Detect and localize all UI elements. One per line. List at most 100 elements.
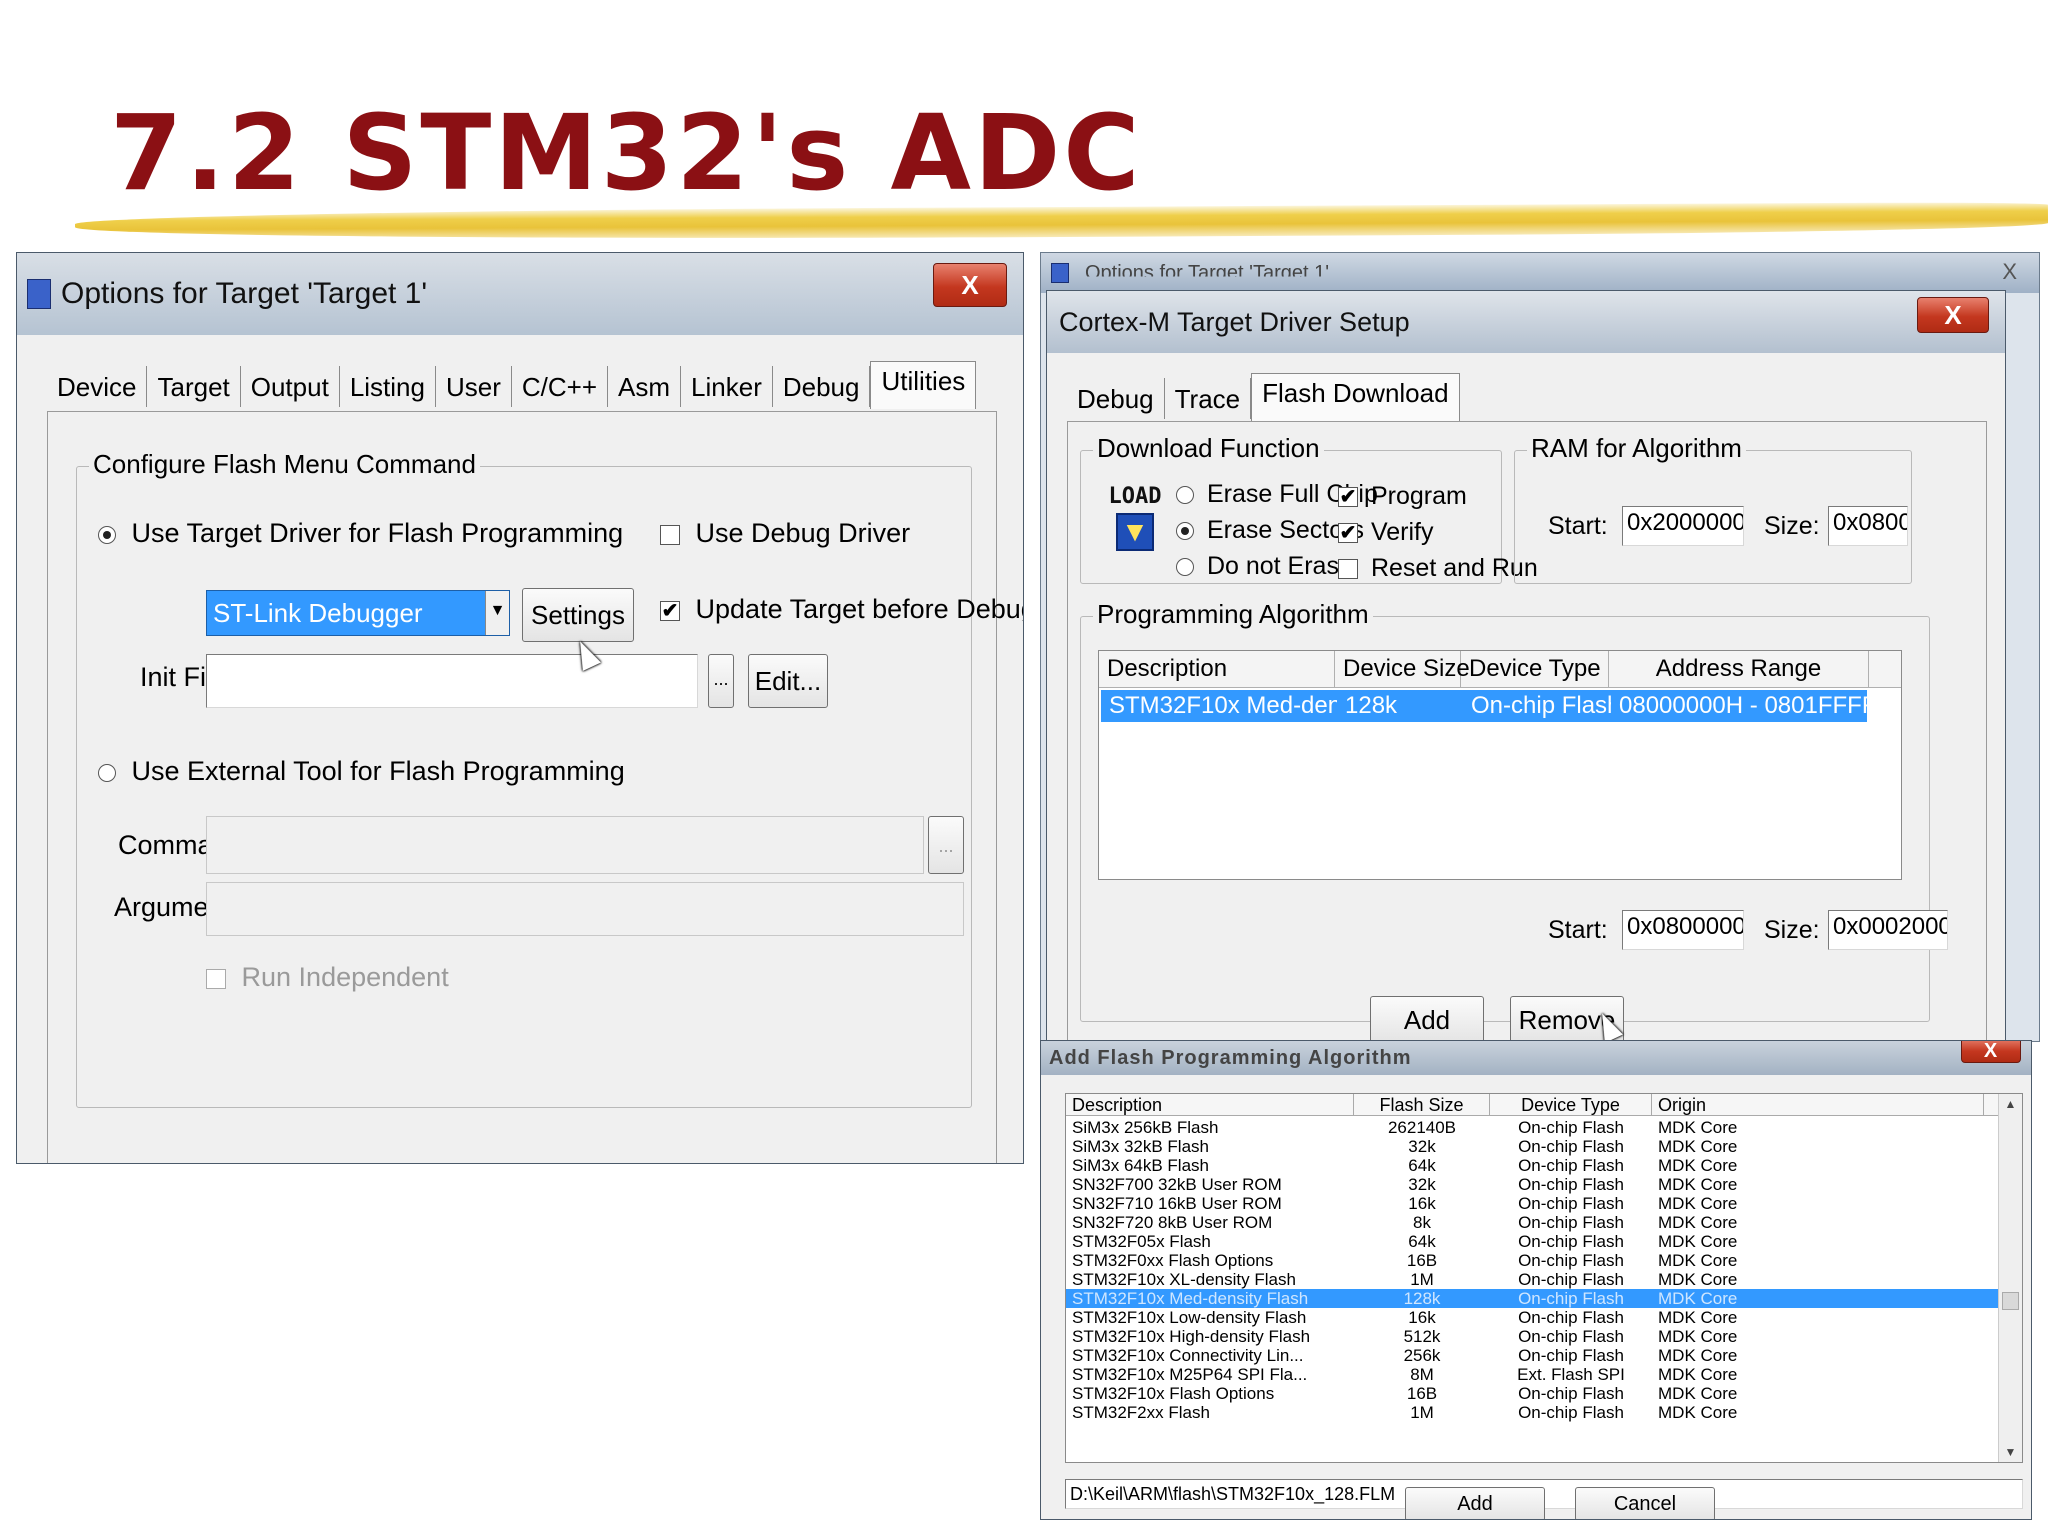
- row-device-type: On-chip Flash: [1471, 692, 1611, 719]
- tab-linker[interactable]: Linker: [681, 366, 773, 407]
- init-file-browse-button[interactable]: ...: [708, 654, 734, 708]
- column-description[interactable]: Description: [1099, 651, 1335, 687]
- start-input[interactable]: 0x08000000: [1622, 910, 1744, 950]
- column-address-range[interactable]: Address Range: [1609, 651, 1869, 687]
- use-debug-driver-checkbox[interactable]: [660, 524, 680, 545]
- list-item[interactable]: STM32F10x Connectivity Lin... 256k On-chip…: [1066, 1346, 2022, 1365]
- close-button[interactable]: X: [1917, 297, 1989, 333]
- do-not-erase-option[interactable]: Do not Erase: [1176, 552, 1353, 581]
- arguments-input[interactable]: [206, 882, 964, 936]
- tab-trace[interactable]: Trace: [1164, 378, 1252, 419]
- run-independent-option[interactable]: Run Independent: [206, 962, 449, 993]
- list-item[interactable]: STM32F10x Flash Options 16B On-chip Flash M…: [1066, 1384, 2022, 1403]
- scroll-down-arrow-icon[interactable]: ▼: [1999, 1442, 2022, 1462]
- reset-and-run-option[interactable]: Reset and Run: [1338, 554, 1538, 583]
- list-item[interactable]: STM32F05x Flash 64k On-chip Flash MDK Core: [1066, 1232, 2022, 1251]
- tab-listing[interactable]: Listing: [339, 366, 436, 407]
- use-external-tool-radio[interactable]: [98, 763, 116, 782]
- column-device-type[interactable]: Device Type: [1490, 1094, 1652, 1115]
- close-button[interactable]: X: [1961, 1041, 2021, 1063]
- list-item[interactable]: STM32F10x High-density Flash 512k On-chip …: [1066, 1327, 2022, 1346]
- column-description[interactable]: Description: [1066, 1094, 1354, 1115]
- update-target-checkbox[interactable]: ✔: [660, 600, 680, 621]
- cancel-button[interactable]: Cancel: [1575, 1487, 1715, 1519]
- list-item[interactable]: STM32F10x M25P64 SPI Fla... 8M Ext. Flash …: [1066, 1365, 2022, 1384]
- list-item[interactable]: SN32F710 16kB User ROM 16k On-chip Flash MD…: [1066, 1194, 2022, 1213]
- list-item[interactable]: STM32F10x Med-density Flash 128k On-chip F…: [1066, 1289, 2022, 1308]
- row-flash-size: 32k: [1408, 1137, 1436, 1156]
- use-target-driver-radio[interactable]: [98, 525, 116, 544]
- size-input[interactable]: 0x00020000: [1828, 910, 1948, 950]
- column-flash-size[interactable]: Flash Size: [1354, 1094, 1490, 1115]
- column-origin[interactable]: Origin: [1652, 1094, 1984, 1115]
- background-titlebar[interactable]: Options for Target 'Target 1' X: [1041, 253, 2039, 293]
- command-input[interactable]: [206, 816, 924, 874]
- options-titlebar[interactable]: Options for Target 'Target 1' X: [17, 253, 1023, 335]
- flash-driver-select[interactable]: ST-Link Debugger ▼: [206, 590, 510, 636]
- run-independent-checkbox[interactable]: [206, 968, 226, 989]
- flash-algorithm-scrollbar[interactable]: ▲ ▼: [1998, 1094, 2022, 1462]
- do-not-erase-radio[interactable]: [1176, 558, 1194, 577]
- row-device-type: On-chip Flash: [1518, 1270, 1624, 1289]
- tab-utilities[interactable]: Utilities: [870, 361, 977, 409]
- program-checkbox[interactable]: ✔: [1338, 487, 1358, 508]
- list-item[interactable]: STM32F0xx Flash Options 16B On-chip Flash M…: [1066, 1251, 2022, 1270]
- use-external-tool-option[interactable]: Use External Tool for Flash Programming: [98, 756, 625, 787]
- row-flash-size: 1M: [1410, 1270, 1434, 1289]
- ram-size-input[interactable]: 0x0800: [1828, 506, 1908, 546]
- table-row[interactable]: STM32F10x Med-density Flash 128k On-chip…: [1101, 690, 1867, 722]
- scroll-up-arrow-icon[interactable]: ▲: [1999, 1094, 2022, 1114]
- reset-and-run-checkbox[interactable]: [1338, 559, 1358, 580]
- add-flash-algorithm-dialog: Add Flash Programming Algorithm X Descri…: [1040, 1040, 2032, 1520]
- programming-algorithm-list[interactable]: Description Device Size Device Type Addr…: [1098, 650, 1902, 880]
- list-item[interactable]: SiM3x 32kB Flash 32k On-chip Flash MDK Core: [1066, 1137, 2022, 1156]
- row-origin: MDK Core: [1658, 1308, 1738, 1327]
- settings-button[interactable]: Settings: [522, 588, 634, 642]
- list-item[interactable]: STM32F10x XL-density Flash 1M On-chip Flas…: [1066, 1270, 2022, 1289]
- close-button[interactable]: X: [933, 263, 1007, 307]
- edit-button[interactable]: Edit...: [748, 654, 828, 708]
- tab-debug[interactable]: Debug: [1067, 378, 1165, 419]
- list-item[interactable]: STM32F10x Low-density Flash 16k On-chip Fl…: [1066, 1308, 2022, 1327]
- tab-device[interactable]: Device: [47, 366, 148, 407]
- list-item[interactable]: SiM3x 256kB Flash 262140B On-chip Flash MDK…: [1066, 1118, 2022, 1137]
- add-flash-titlebar[interactable]: Add Flash Programming Algorithm X: [1041, 1041, 2031, 1075]
- column-device-type[interactable]: Device Type: [1461, 651, 1609, 687]
- driver-setup-tab-strip: Debug Trace Flash Download: [1067, 373, 1460, 421]
- chevron-down-icon[interactable]: ▼: [485, 591, 509, 635]
- tab-debug[interactable]: Debug: [772, 366, 871, 407]
- tab-output[interactable]: Output: [240, 366, 340, 407]
- use-debug-driver-option[interactable]: Use Debug Driver: [660, 518, 910, 549]
- update-target-option[interactable]: ✔ Update Target before Debugging: [660, 594, 1023, 625]
- tab-c-cpp[interactable]: C/C++: [511, 366, 609, 407]
- scrollbar-thumb[interactable]: [2002, 1292, 2019, 1310]
- list-item[interactable]: SiM3x 64kB Flash 64k On-chip Flash MDK Core: [1066, 1156, 2022, 1175]
- flash-algorithm-list[interactable]: Description Flash Size Device Type Origi…: [1065, 1093, 2023, 1463]
- driver-setup-titlebar[interactable]: Cortex-M Target Driver Setup X: [1047, 291, 2005, 353]
- add-button[interactable]: Add: [1370, 996, 1484, 1044]
- init-file-input[interactable]: [206, 654, 698, 708]
- tab-user[interactable]: User: [435, 366, 512, 407]
- tab-flash-download[interactable]: Flash Download: [1251, 373, 1460, 421]
- row-origin: MDK Core: [1658, 1289, 1738, 1308]
- list-item[interactable]: SN32F700 32kB User ROM 32k On-chip Flash MD…: [1066, 1175, 2022, 1194]
- tab-target[interactable]: Target: [147, 366, 241, 407]
- command-browse-button[interactable]: ...: [928, 816, 964, 874]
- erase-sectors-option[interactable]: Erase Sectors: [1176, 516, 1364, 545]
- ram-start-input[interactable]: 0x20000000: [1622, 506, 1744, 546]
- use-target-driver-option[interactable]: Use Target Driver for Flash Programming: [98, 518, 623, 549]
- column-device-size[interactable]: Device Size: [1335, 651, 1470, 687]
- verify-checkbox[interactable]: ✔: [1338, 523, 1358, 544]
- row-origin: MDK Core: [1658, 1270, 1738, 1289]
- verify-option[interactable]: ✔ Verify: [1338, 518, 1433, 547]
- list-item[interactable]: SN32F720 8kB User ROM 8k On-chip Flash MDK …: [1066, 1213, 2022, 1232]
- add-button[interactable]: Add: [1405, 1487, 1545, 1519]
- row-description: STM32F05x Flash: [1072, 1232, 1211, 1251]
- tab-asm[interactable]: Asm: [608, 366, 682, 407]
- background-close-button[interactable]: X: [2002, 259, 2017, 285]
- erase-full-chip-radio[interactable]: [1176, 486, 1194, 505]
- row-device-type: On-chip Flash: [1518, 1346, 1624, 1365]
- list-item[interactable]: STM32F2xx Flash 1M On-chip Flash MDK Core: [1066, 1403, 2022, 1422]
- program-option[interactable]: ✔ Program: [1338, 482, 1467, 511]
- erase-sectors-radio[interactable]: [1176, 522, 1194, 541]
